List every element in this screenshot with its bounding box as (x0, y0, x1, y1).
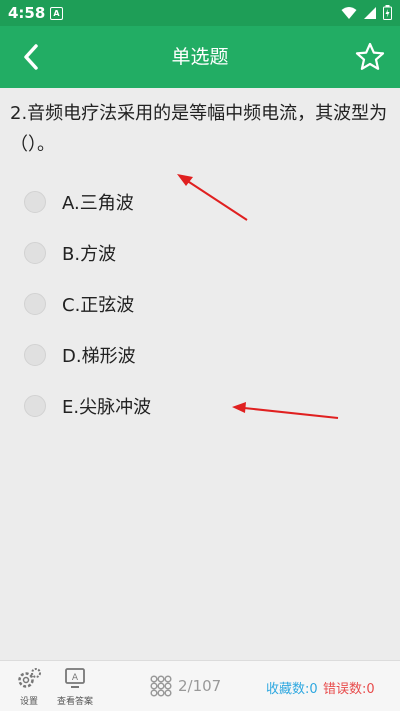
option-e[interactable]: E.尖脉冲波 (24, 386, 151, 426)
progress-text: 2/107 (178, 677, 222, 695)
wifi-icon (341, 6, 357, 19)
settings-label: 设置 (19, 697, 38, 707)
status-bar: 4:58 A (0, 0, 400, 26)
option-label: C.正弦波 (62, 295, 135, 316)
errors-count: 错误数:0 (323, 682, 375, 697)
answer-card-icon: A (65, 668, 85, 688)
status-time: 4:58 (8, 4, 46, 22)
radio-button[interactable] (24, 293, 46, 315)
app-bar: 单选题 (0, 26, 400, 88)
radio-button[interactable] (24, 191, 46, 213)
battery-icon (383, 5, 392, 20)
settings-button[interactable]: 设置 (14, 667, 44, 707)
option-label: A.三角波 (62, 193, 134, 214)
annotation-arrow-option-e (232, 402, 339, 419)
notification-icon: A (50, 7, 63, 20)
option-label: E.尖脉冲波 (62, 397, 152, 418)
option-d[interactable]: D.梯形波 (24, 335, 136, 375)
question-progress[interactable]: 2/107 (150, 675, 221, 697)
option-a[interactable]: A.三角波 (24, 182, 134, 222)
star-outline-icon[interactable] (354, 41, 386, 73)
answer-icon-letter: A (72, 673, 79, 683)
radio-button[interactable] (24, 242, 46, 264)
signal-icon (364, 6, 376, 19)
radio-button[interactable] (24, 395, 46, 417)
view-answer-label: 查看答案 (56, 697, 93, 707)
annotation-arrow-question (177, 174, 248, 221)
radio-button[interactable] (24, 344, 46, 366)
option-label: B.方波 (62, 244, 117, 265)
view-answer-button[interactable]: A 查看答案 (55, 667, 95, 707)
system-icons (341, 5, 392, 20)
grid-dots-icon (150, 675, 172, 697)
favorites-count: 收藏数:0 (266, 682, 318, 697)
gear-icon (18, 668, 41, 688)
page-title: 单选题 (171, 46, 229, 68)
option-c[interactable]: C.正弦波 (24, 284, 134, 324)
option-label: D.梯形波 (62, 346, 136, 367)
question-text: 2.音频电疗法采用的是等幅中频电流，其波型为（）。 (10, 103, 388, 155)
option-b[interactable]: B.方波 (24, 233, 116, 273)
bottom-bar: 设置 A 查看答案 2/107 收藏数:0 错误数:0 (0, 660, 400, 711)
